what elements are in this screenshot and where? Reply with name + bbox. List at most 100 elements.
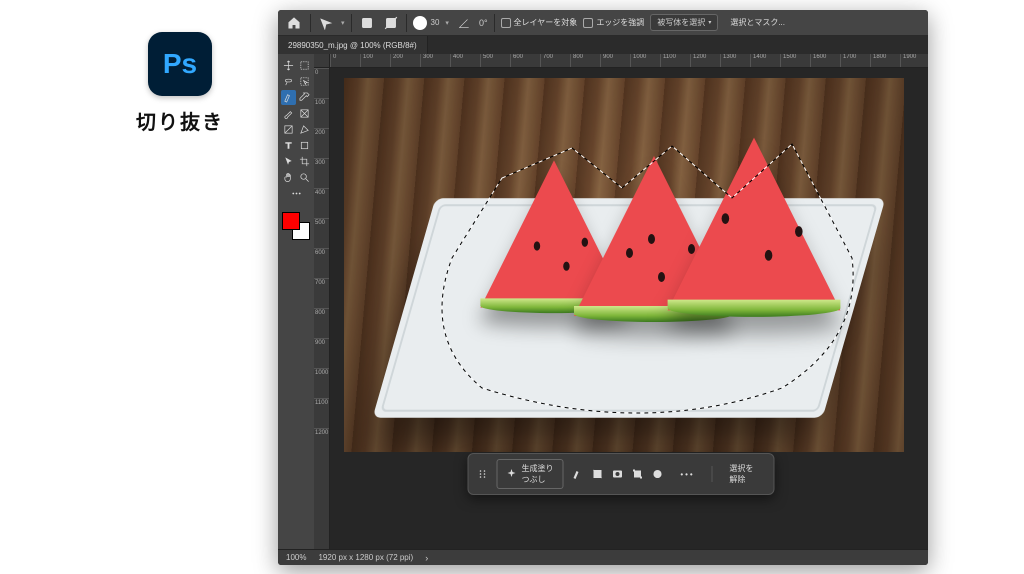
modify-selection-icon[interactable] (571, 468, 583, 480)
ruler-tick: 700 (314, 278, 329, 308)
crop-tool[interactable] (297, 154, 312, 169)
color-swatches[interactable] (282, 212, 310, 240)
canvas-area: 0100200300400500600700800900100011001200… (314, 54, 928, 549)
ruler-tick: 1700 (840, 54, 870, 67)
document-dimensions[interactable]: 1920 px x 1280 px (72 ppi) (318, 553, 413, 562)
document-tab-label: 29890350_m.jpg @ 100% (RGB/8#) (288, 41, 417, 50)
ruler-tick: 0 (314, 68, 329, 98)
brush-tool[interactable] (281, 106, 296, 121)
ruler-tick: 1900 (900, 54, 928, 67)
home-button[interactable] (284, 14, 304, 32)
document-tab[interactable]: 29890350_m.jpg @ 100% (RGB/8#) (278, 36, 428, 54)
ruler-tick: 1000 (630, 54, 660, 67)
zoom-tool[interactable] (297, 170, 312, 185)
brush-size-value[interactable]: 30 (431, 18, 440, 27)
divider (712, 466, 713, 482)
zoom-level[interactable]: 100% (286, 553, 306, 562)
sparkle-icon (506, 468, 518, 480)
photoshop-app-icon-text: Ps (163, 48, 197, 80)
ruler-tick: 1200 (690, 54, 720, 67)
ruler-tick: 1100 (314, 398, 329, 428)
ruler-tick: 300 (314, 158, 329, 188)
status-bar: 100% 1920 px x 1280 px (72 ppi) › (278, 549, 928, 565)
intro-caption: 切り抜き (120, 106, 240, 135)
mask-icon[interactable] (611, 468, 623, 480)
type-tool[interactable] (281, 138, 296, 153)
quick-selection-tool[interactable] (281, 90, 296, 105)
gradient-tool[interactable] (281, 122, 296, 137)
ruler-origin[interactable] (314, 54, 330, 68)
select-subject-button[interactable]: 被写体を選択 ▾ (650, 14, 718, 31)
sample-all-layers-checkbox[interactable]: 全レイヤーを対象 (501, 17, 578, 28)
angle-icon[interactable] (455, 14, 473, 32)
ruler-tick: 1200 (314, 428, 329, 458)
drag-handle-icon[interactable] (477, 468, 489, 480)
contextual-task-bar: 生成塗りつぶし ••• 選択を解除 (468, 453, 775, 495)
marquee-tool[interactable] (297, 58, 312, 73)
photoshop-app-icon: Ps (148, 32, 212, 96)
eyedropper-tool[interactable] (297, 90, 312, 105)
photoshop-window: ▾ 30 ▾ 0° 全レイヤーを対象 エッジを強調 被写体を選択 ▾ 選択とマス… (278, 10, 928, 565)
ruler-tick: 600 (314, 248, 329, 278)
toolbox (278, 54, 314, 549)
pen-tool[interactable] (297, 122, 312, 137)
caret-down-icon: ▾ (708, 19, 711, 26)
divider (494, 14, 495, 32)
divider (310, 14, 311, 32)
ruler-tick: 1100 (660, 54, 690, 67)
object-selection-tool[interactable] (297, 74, 312, 89)
shape-tool[interactable] (297, 138, 312, 153)
ruler-tick: 900 (600, 54, 630, 67)
document-canvas[interactable] (344, 78, 904, 452)
ruler-tick: 500 (314, 218, 329, 248)
ruler-tick: 200 (390, 54, 420, 67)
ruler-tick: 1600 (810, 54, 840, 67)
ruler-tick: 800 (314, 308, 329, 338)
lasso-tool[interactable] (281, 74, 296, 89)
chevron-right-icon[interactable]: › (425, 553, 428, 563)
enhance-edge-label: エッジを強調 (596, 17, 644, 28)
ruler-tick: 600 (510, 54, 540, 67)
path-select-tool[interactable] (281, 154, 296, 169)
brush-angle-value[interactable]: 0° (479, 18, 488, 28)
select-subject-label: 被写体を選択 (657, 17, 705, 28)
transform-icon[interactable] (631, 468, 643, 480)
ruler-tick: 1300 (720, 54, 750, 67)
sample-all-layers-label: 全レイヤーを対象 (514, 17, 578, 28)
brush-preview-icon[interactable] (413, 16, 427, 30)
ruler-tick: 900 (314, 338, 329, 368)
ruler-tick: 0 (330, 54, 360, 67)
deselect-button[interactable]: 選択を解除 (720, 459, 765, 489)
vertical-ruler[interactable]: 0100200300400500600700800900100011001200 (314, 68, 330, 549)
ruler-tick: 1500 (780, 54, 810, 67)
move-tool[interactable] (281, 58, 296, 73)
ruler-tick: 400 (314, 188, 329, 218)
hand-tool[interactable] (281, 170, 296, 185)
fill-icon[interactable] (651, 468, 663, 480)
tool-preset-icon[interactable] (317, 14, 335, 32)
subtract-selection-icon[interactable] (382, 14, 400, 32)
ruler-tick: 300 (420, 54, 450, 67)
ruler-tick: 800 (570, 54, 600, 67)
foreground-color-swatch[interactable] (282, 212, 300, 230)
options-bar: ▾ 30 ▾ 0° 全レイヤーを対象 エッジを強調 被写体を選択 ▾ 選択とマス… (278, 10, 928, 36)
ruler-tick: 500 (480, 54, 510, 67)
enhance-edge-checkbox[interactable]: エッジを強調 (583, 17, 644, 28)
frame-tool[interactable] (297, 106, 312, 121)
select-and-mask-button[interactable]: 選択とマスク... (724, 15, 791, 30)
ruler-tick: 1400 (750, 54, 780, 67)
ruler-tick: 200 (314, 128, 329, 158)
image-watermelon-slice (668, 138, 841, 311)
horizontal-ruler[interactable]: 0100200300400500600700800900100011001200… (330, 54, 928, 68)
ruler-tick: 1000 (314, 368, 329, 398)
caret-down-icon: ▾ (445, 19, 449, 27)
divider (351, 14, 352, 32)
generative-fill-button[interactable]: 生成塗りつぶし (497, 459, 564, 489)
edit-toolbar-button[interactable] (289, 186, 304, 201)
divider (406, 14, 407, 32)
ruler-tick: 100 (314, 98, 329, 128)
document-tab-bar: 29890350_m.jpg @ 100% (RGB/8#) (278, 36, 928, 54)
more-options-button[interactable]: ••• (671, 466, 703, 483)
invert-selection-icon[interactable] (591, 468, 603, 480)
add-selection-icon[interactable] (358, 14, 376, 32)
